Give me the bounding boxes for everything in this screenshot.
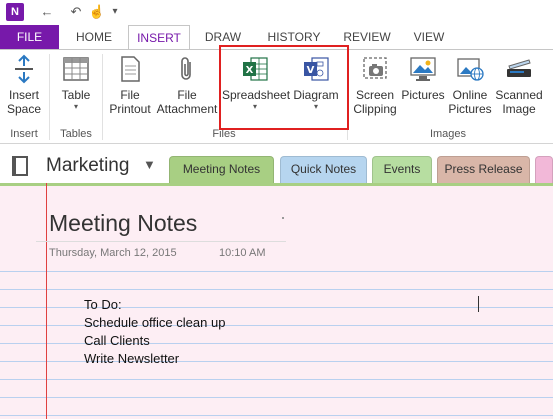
- text-cursor: [478, 296, 479, 312]
- note-line[interactable]: Schedule office clean up: [84, 315, 225, 330]
- back-icon[interactable]: ←: [38, 3, 56, 21]
- file-attachment-label-2: Attachment: [156, 102, 218, 116]
- tab-insert[interactable]: INSERT: [128, 25, 190, 50]
- note-line[interactable]: Write Newsletter: [84, 351, 179, 366]
- screen-clipping-button[interactable]: Screen Clipping: [350, 54, 400, 116]
- group-separator: [49, 54, 50, 140]
- scanner-icon: [504, 54, 534, 84]
- table-button[interactable]: Table ▾: [54, 54, 98, 112]
- section-tab-partial[interactable]: [535, 156, 553, 183]
- insert-space-button[interactable]: Insert Space: [4, 54, 44, 116]
- scanned-image-button[interactable]: Scanned Image: [494, 54, 544, 116]
- notebook-dropdown-icon[interactable]: ▼: [143, 157, 156, 172]
- table-icon: [61, 54, 91, 84]
- file-printout-icon: [115, 54, 145, 84]
- page-title[interactable]: Meeting Notes: [49, 210, 197, 237]
- section-tab-meeting-notes[interactable]: Meeting Notes: [169, 156, 274, 183]
- online-pictures-icon: [455, 54, 485, 84]
- group-label-insert: Insert: [10, 128, 38, 140]
- highlight-box: [219, 45, 349, 130]
- customize-qat-icon[interactable]: ▾: [106, 3, 124, 21]
- page-margin-line: [46, 183, 47, 419]
- stray-dot: [282, 217, 284, 219]
- note-line[interactable]: To Do:: [84, 297, 122, 312]
- screen-clipping-icon: [360, 54, 390, 84]
- touch-mode-icon[interactable]: ☝: [88, 3, 106, 21]
- scanned-image-label-2: Image: [502, 102, 536, 116]
- group-separator: [102, 54, 103, 140]
- table-dropdown-icon: ▾: [73, 102, 78, 111]
- file-printout-label-1: File: [120, 88, 140, 102]
- page-time: 10:10 AM: [219, 247, 266, 259]
- section-tab-events[interactable]: Events: [372, 156, 432, 183]
- insert-space-label-1: Insert: [8, 88, 39, 102]
- tab-file[interactable]: FILE: [0, 25, 59, 49]
- undo-icon[interactable]: ↶: [67, 3, 85, 21]
- tab-home[interactable]: HOME: [66, 25, 122, 49]
- table-label: Table: [61, 88, 91, 102]
- paperclip-icon: [172, 54, 202, 84]
- pictures-button[interactable]: Pictures: [400, 54, 446, 102]
- notebook-name[interactable]: Marketing: [46, 155, 129, 177]
- onenote-logo-icon: N: [6, 3, 24, 21]
- page-date: Thursday, March 12, 2015: [49, 247, 177, 259]
- group-label-images: Images: [429, 128, 467, 140]
- pictures-icon: [408, 54, 438, 84]
- file-attachment-button[interactable]: File Attachment: [156, 54, 218, 116]
- screen-clipping-label-2: Clipping: [353, 102, 397, 116]
- screen-clipping-label-1: Screen: [355, 88, 395, 102]
- notebook-icon: [12, 156, 28, 176]
- file-printout-button[interactable]: File Printout: [106, 54, 154, 116]
- online-pictures-button[interactable]: Online Pictures: [447, 54, 493, 116]
- pictures-label: Pictures: [401, 88, 445, 102]
- insert-space-label-2: Space: [6, 102, 42, 116]
- online-pictures-label-1: Online: [452, 88, 488, 102]
- section-tab-quick-notes[interactable]: Quick Notes: [280, 156, 367, 183]
- tab-view[interactable]: VIEW: [407, 25, 451, 49]
- section-tab-press-release[interactable]: Press Release: [437, 156, 530, 183]
- online-pictures-label-2: Pictures: [448, 102, 492, 116]
- title-underline: [36, 241, 286, 242]
- file-printout-label-2: Printout: [109, 102, 151, 116]
- note-line[interactable]: Call Clients: [84, 333, 150, 348]
- file-attachment-label-1: File: [177, 88, 197, 102]
- insert-space-icon: [9, 54, 39, 84]
- quick-access-toolbar: N ← ↶ ☝ ▾: [0, 0, 553, 25]
- group-label-tables: Tables: [60, 128, 92, 140]
- notebook-bar: Marketing ▼ Meeting Notes Quick Notes Ev…: [0, 144, 553, 183]
- scanned-image-label-1: Scanned: [495, 88, 543, 102]
